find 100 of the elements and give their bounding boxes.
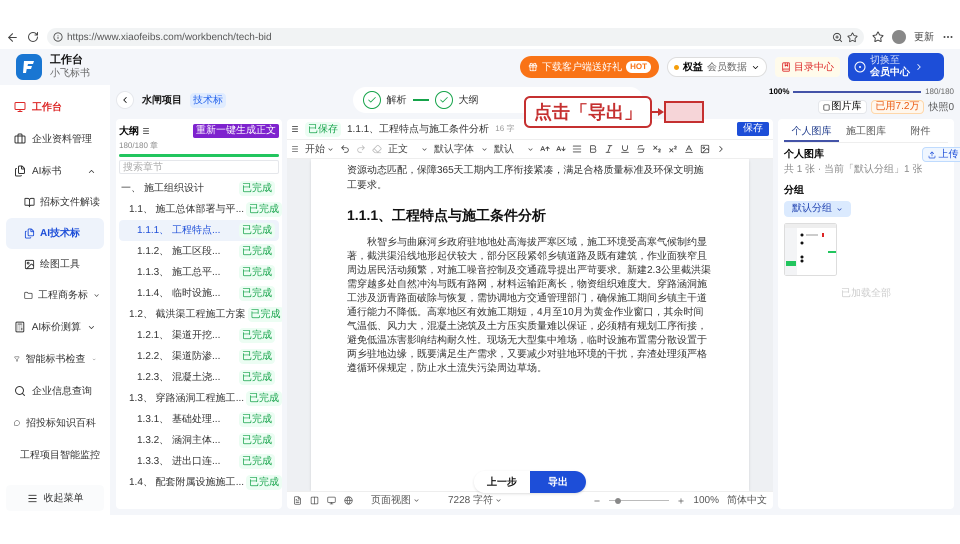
- screen-icon[interactable]: [327, 496, 336, 505]
- chapter-count: 180/180 章: [119, 140, 160, 152]
- monitor-icon[interactable]: [14, 101, 26, 113]
- outline-title: 大纲: [119, 124, 139, 138]
- zoom-in-icon[interactable]: [677, 496, 686, 504]
- chevron-icon: [481, 146, 488, 152]
- back-icon[interactable]: [6, 30, 19, 44]
- sidebar-item[interactable]: AI标价测算: [6, 311, 104, 343]
- app-subtitle: 小飞标书: [50, 68, 90, 80]
- app-title: 工作台: [50, 54, 84, 68]
- sidebar-item[interactable]: 智能标书检查: [6, 343, 104, 375]
- collapse-menu-button[interactable]: 收起菜单: [6, 485, 104, 511]
- language-select[interactable]: 简体中文: [727, 493, 767, 508]
- outline-item[interactable]: 1.3.2、 涵洞主体... 已完成: [119, 430, 279, 451]
- sidebar-item[interactable]: AI标书: [6, 155, 104, 187]
- start-menu[interactable]: 开始: [305, 142, 334, 156]
- superscript-icon[interactable]: [668, 144, 678, 154]
- strikethrough-icon[interactable]: [636, 144, 646, 154]
- previous-step-button[interactable]: 上一步: [474, 471, 530, 493]
- snapshot-label: 快照0: [928, 100, 954, 114]
- outline-item[interactable]: 1.3.1、 基础处理... 已完成: [119, 409, 279, 430]
- update-label[interactable]: 更新: [914, 30, 934, 44]
- bold-icon[interactable]: [588, 144, 598, 154]
- menu-item-icon: [14, 321, 26, 333]
- logo-icon: [16, 54, 42, 80]
- sidebar-subitem[interactable]: AI技术标: [6, 218, 104, 249]
- catalog-button[interactable]: 目录中心: [775, 57, 840, 77]
- sidebar-subitem[interactable]: 工程商务标: [6, 280, 104, 311]
- font-shrink-icon[interactable]: [556, 144, 566, 154]
- favorites-icon[interactable]: [872, 31, 884, 43]
- outline-item[interactable]: 1.3、 穿路涵洞工程施工... 已完成: [119, 388, 279, 409]
- sidebar-item[interactable]: 招投标知识百科: [6, 407, 104, 439]
- view-select[interactable]: 页面视图: [371, 493, 420, 508]
- outline-item[interactable]: 1.2.1、 渠道开挖... 已完成: [119, 325, 279, 346]
- outline-item[interactable]: 1.1.4、 临时设施... 已完成: [119, 283, 279, 304]
- menu-item-icon: [24, 228, 35, 239]
- search-field[interactable]: 搜索章节: [119, 160, 279, 174]
- step-label: 解析: [386, 94, 406, 108]
- outline-item[interactable]: 1.2、 截洪渠工程施工方案 已完成: [119, 304, 279, 325]
- outline-item[interactable]: 1.4、 配套附属设施施工... 已完成: [119, 472, 279, 493]
- font-select[interactable]: 默认字体: [434, 142, 488, 156]
- page-icon[interactable]: [293, 496, 302, 505]
- outline-item[interactable]: 1.3.3、 进出口连... 已完成: [119, 451, 279, 472]
- export-button[interactable]: 导出: [530, 471, 586, 493]
- hot-badge: HOT: [626, 61, 651, 73]
- gallery-tab[interactable]: 施工图库: [838, 123, 894, 142]
- underline-icon[interactable]: [620, 144, 630, 154]
- outline-item[interactable]: 1.1.2、 施工区段... 已完成: [119, 241, 279, 262]
- outline-item[interactable]: 1.1、 施工总体部署与平... 已完成: [119, 199, 279, 220]
- member-center-button[interactable]: 切换至 会员中心: [848, 53, 944, 81]
- save-status: 已保存: [305, 122, 341, 136]
- outline-item[interactable]: 1.2.2、 渠道防渗... 已完成: [119, 346, 279, 367]
- gallery-tab[interactable]: 个人图库: [784, 123, 839, 142]
- chevron-icon: [495, 497, 502, 504]
- bookmark-icon[interactable]: [847, 32, 858, 42]
- address-bar[interactable]: https://www.xiaofeibs.com/workbench/tech-bid: [47, 28, 864, 46]
- menu-icon[interactable]: [291, 145, 299, 153]
- outline-item[interactable]: 1.1.3、 施工总平... 已完成: [119, 262, 279, 283]
- project-badge: 技术标: [190, 92, 226, 108]
- line-spacing-icon[interactable]: [572, 144, 582, 154]
- gallery-button[interactable]: 图片库: [818, 100, 867, 114]
- sidebar-subitem[interactable]: 招标文件解读: [6, 187, 104, 218]
- sidebar-item[interactable]: 企业信息查询: [6, 375, 104, 407]
- outline-item-title: 一、 施工组织设计: [121, 182, 205, 196]
- font-grow-icon[interactable]: [540, 144, 550, 154]
- italic-icon[interactable]: [604, 144, 614, 154]
- menu-icon[interactable]: [291, 125, 299, 133]
- group-select[interactable]: 默认分组: [784, 201, 851, 217]
- columns-icon[interactable]: [310, 496, 319, 505]
- font-color-icon[interactable]: [684, 144, 694, 154]
- zoom-slider-thumb[interactable]: [615, 498, 622, 504]
- site-info-icon[interactable]: [53, 32, 63, 42]
- undo-icon[interactable]: [340, 144, 350, 154]
- upload-button[interactable]: 上传: [922, 147, 960, 162]
- style-select[interactable]: 正文: [388, 142, 428, 156]
- subscript-icon[interactable]: [652, 144, 662, 154]
- reload-icon[interactable]: [27, 31, 39, 43]
- sidebar-home[interactable]: 工作台: [32, 100, 62, 114]
- sidebar-item[interactable]: 工程项目智能监控: [6, 439, 104, 471]
- member-data-button[interactable]: 权益 会员数据: [667, 57, 767, 77]
- member-center-caption: 切换至: [870, 54, 900, 66]
- zoom-icon[interactable]: [832, 32, 843, 42]
- avatar-icon[interactable]: [892, 30, 906, 44]
- status-tag: 已完成: [239, 265, 275, 280]
- save-button[interactable]: 保存: [737, 122, 769, 136]
- outline-item[interactable]: 一、 施工组织设计 已完成: [119, 178, 279, 199]
- sidebar-subitem[interactable]: 绘图工具: [6, 249, 104, 280]
- outline-item[interactable]: 1.1.1、 工程特点... 已完成: [119, 220, 279, 241]
- document-title: 1.1.1、工程特点与施工条件分析: [347, 122, 490, 136]
- char-count[interactable]: 7228 字符: [448, 493, 502, 508]
- menu-icon[interactable]: [142, 127, 150, 135]
- regenerate-button[interactable]: 重新一键生成正文: [193, 124, 279, 138]
- upload-icon: [928, 150, 936, 158]
- sidebar-item[interactable]: 企业资料管理: [6, 123, 104, 155]
- size-select[interactable]: 默认: [494, 142, 534, 156]
- gallery-tab[interactable]: 附件: [893, 123, 948, 142]
- globe-icon[interactable]: [344, 496, 353, 505]
- outline-item[interactable]: 1.2.3、 混凝土浇... 已完成: [119, 367, 279, 388]
- status-tag: 已完成: [239, 412, 275, 427]
- thumbnail-drawing[interactable]: [784, 223, 837, 276]
